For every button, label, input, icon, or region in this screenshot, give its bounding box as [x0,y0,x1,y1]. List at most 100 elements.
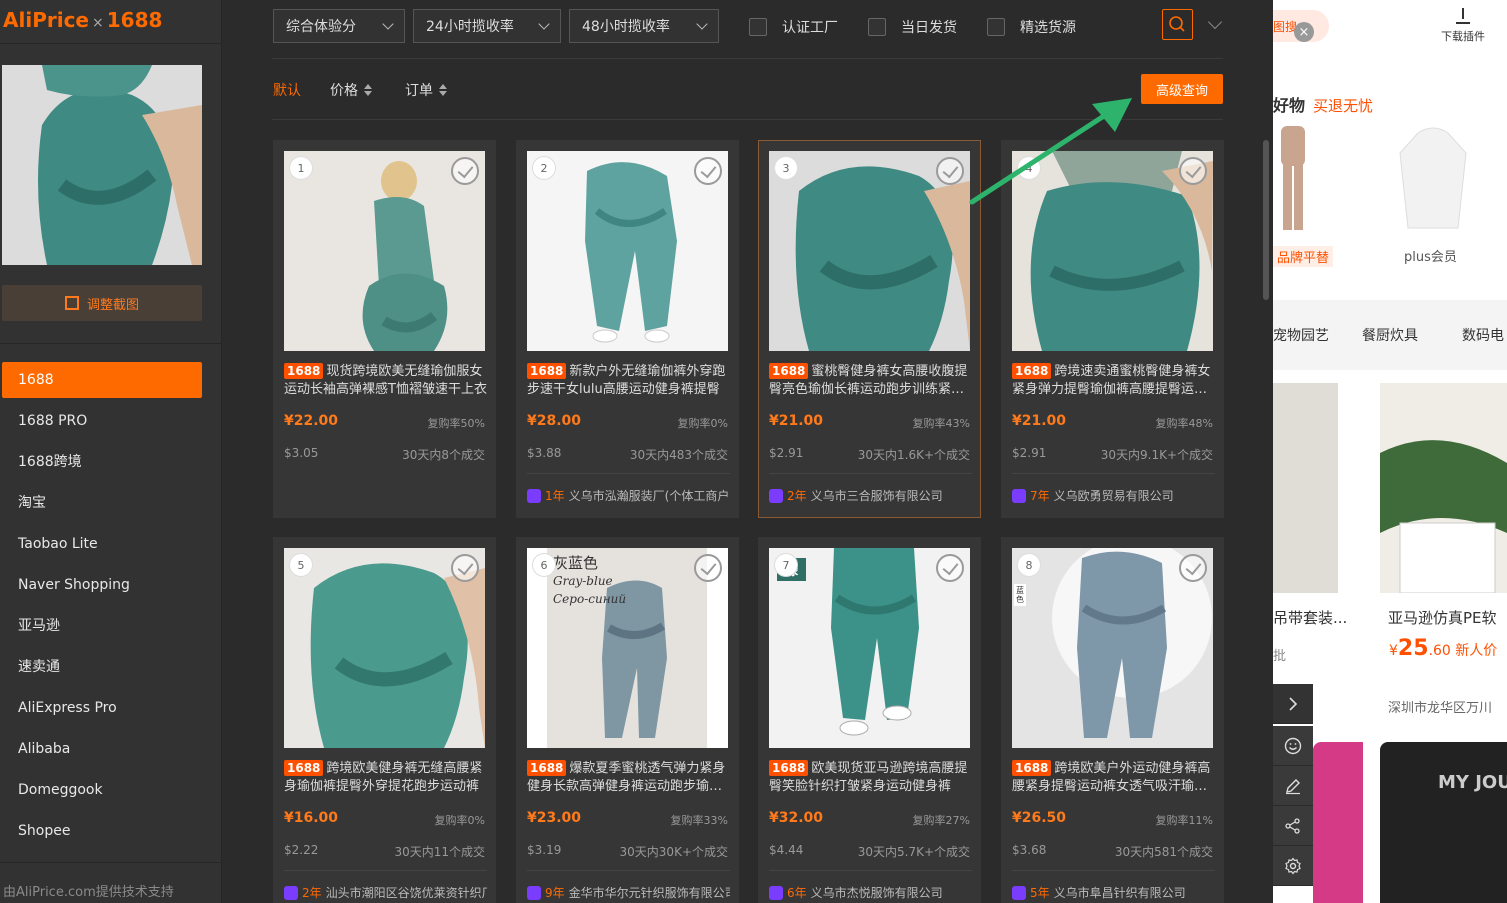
product-image-brand[interactable] [1273,118,1313,238]
checkbox-box[interactable] [987,18,1005,36]
shop-years: 7年 [1030,489,1050,503]
share-button[interactable] [1273,806,1313,846]
product-title[interactable]: 1688爆款夏季蜜桃透气弹力紧身健身长款高弹健身裤运动跑步瑜伽裤 [527,760,730,796]
selected-supply-checkbox[interactable]: 精选货源 [987,17,1076,37]
select-check-icon[interactable] [694,157,722,185]
sort-default[interactable]: 默认 [273,80,301,100]
category-item[interactable]: 数码电 [1462,325,1504,345]
pickup-rate-48h-dropdown[interactable]: 48小时揽收率 [569,9,719,43]
product-card[interactable]: 蓝色 8 1688跨境欧美户外运动健身裤高腰紧身提臀运动裤女透气吸汗瑜伽裤 ¥26.5… [1001,537,1224,903]
shop-info[interactable]: 6年 义乌市杰悦服饰有限公司 [769,884,972,901]
shop-info[interactable]: 2年 义乌市三合服饰有限公司 [769,487,972,504]
select-check-icon[interactable] [1179,157,1207,185]
checkbox-box[interactable] [868,18,886,36]
download-plugin-button[interactable]: 下载插件 [1433,8,1493,44]
product-title[interactable]: 1688 新款户外无缝瑜伽裤外穿跑步速干女lulu高腰运动健身裤提臀 [527,363,730,399]
shop-info[interactable]: 5年 义乌市阜昌针织有限公司 [1012,884,1215,901]
divider [1012,870,1215,871]
sort-orders[interactable]: 订单 [405,80,447,100]
product-image[interactable]: 2 [527,151,728,351]
product-title[interactable]: 1688 欧美现货亚马逊跨境高腰提臀笑脸针织打皱紧身运动健身裤 [769,760,972,796]
select-check-icon[interactable] [451,554,479,582]
shop-info[interactable]: 7年 义乌欧勇贸易有限公司 [1012,487,1215,504]
product-image[interactable]: MY JOU [1380,742,1507,903]
product-card[interactable]: 2 1688 新款户外无缝瑜伽裤外穿跑步速干女lulu高腰运动健身裤提臀 ¥28.00… [516,140,739,518]
product-card[interactable]: 灰蓝色 Gray-blue Серо-синий 6 1688 爆款夏季蜜桃透气弹力紧身健… [516,537,739,903]
product-image[interactable] [1273,383,1338,593]
category-item[interactable]: 餐厨炊具 [1362,325,1418,345]
platform-item-domeggook[interactable]: Domeggook [2,772,202,813]
price-usd: $3.68 [1012,843,1047,857]
sort-price[interactable]: 价格 [330,80,372,100]
product-card[interactable]: 5 1688 跨境欧美健身裤无缝高腰紧身瑜伽裤提臀外穿提花跑步运动裤 ¥16.00 复购… [273,537,496,903]
product-price: ¥23.00 [527,810,582,826]
scrollbar[interactable] [1263,140,1269,300]
edit-button[interactable] [1273,766,1313,806]
product-card[interactable]: 1 1688 现货跨境欧美无缝瑜伽服女运动长袖高弹裸感T恤褶皱速干上衣 ¥22.00 复… [273,140,496,518]
product-image[interactable] [1380,383,1507,594]
product-card[interactable]: 3 1688蜜桃臀健身裤女高腰收腹提臀亮色瑜伽长裤运动跑步训练紧身裤 ¥21.00 复… [758,140,981,518]
feedback-button[interactable] [1273,726,1313,766]
select-check-icon[interactable] [694,554,722,582]
platform-item-taobao-lite[interactable]: Taobao Lite [2,526,202,567]
product-image-plus[interactable] [1398,118,1468,233]
shop-info[interactable]: 2年 汕头市潮阳区谷饶优莱资针织厂 [284,884,487,901]
product-card[interactable]: 绿7 1688欧美现货亚马逊跨境高腰提臀笑脸针织打皱紧身运动健身裤 ¥32.00 复购… [758,537,981,903]
repurchase-rate: 复购率11% [1155,814,1213,827]
verified-shop-icon [1012,488,1026,503]
shop-info[interactable]: 1年 义乌市泓瀚服装厂(个体工商户) [527,487,730,504]
checkbox-box[interactable] [749,18,767,36]
advanced-query-button[interactable]: 高级查询 [1141,74,1223,104]
shop-info[interactable]: 9年 金华市华尔元针织服饰有限公司 [527,884,730,901]
sort-default-label: 默认 [273,83,301,99]
platform-item-shopee[interactable]: Shopee [2,813,202,854]
product-title[interactable]: 亚马逊仿真PE软 [1388,607,1497,628]
deals-count: 30天内11个成交 [394,845,485,859]
settings-button[interactable] [1273,846,1313,886]
platform-item-1688-crossborder[interactable]: 1688跨境 [2,444,202,485]
platform-item-naver-shopping[interactable]: Naver Shopping [2,567,202,608]
select-check-icon[interactable] [1179,554,1207,582]
platform-item-alibaba[interactable]: Alibaba [2,731,202,772]
repurchase-rate: 复购率0% [677,417,728,430]
select-check-icon[interactable] [451,157,479,185]
product-title[interactable]: 1688 现货跨境欧美无缝瑜伽服女运动长袖高弹裸感T恤褶皱速干上衣 [284,363,487,399]
platform-item-1688-pro[interactable]: 1688 PRO [2,403,202,444]
product-title[interactable]: 1688跨境速卖通蜜桃臀健身裤女紧身弹力提臀瑜伽裤高腰提臀运动裤 [1012,363,1215,399]
product-image[interactable]: 灰蓝色 Gray-blue Серо-синий 6 [527,548,728,748]
product-image[interactable]: 1 [284,151,485,351]
close-icon[interactable]: × [1294,22,1314,42]
category-item[interactable]: 宠物园艺 [1273,325,1329,345]
divider [527,473,730,474]
expand-filters-chevron-icon[interactable] [1207,14,1223,30]
deals-count: 30天内1.6K+个成交 [857,448,970,462]
product-image[interactable]: 5 [284,548,485,748]
product-title[interactable]: 1688跨境欧美户外运动健身裤高腰紧身提臀运动裤女透气吸汗瑜伽裤 [1012,760,1215,796]
platform-item-1688[interactable]: 1688 [2,362,202,398]
shop-years: 1年 [545,489,565,503]
repurchase-rate: 复购率43% [912,417,970,430]
experience-score-dropdown[interactable]: 综合体验分 [273,9,405,43]
product-title[interactable]: 1688 跨境欧美健身裤无缝高腰紧身瑜伽裤提臀外穿提花跑步运动裤 [284,760,487,796]
select-check-icon[interactable] [936,554,964,582]
product-image[interactable] [1313,742,1363,903]
certified-factory-checkbox[interactable]: 认证工厂 [749,17,838,37]
search-button[interactable] [1162,9,1193,40]
platform-item-amazon[interactable]: 亚马逊 [2,608,202,649]
product-image[interactable]: 蓝色 8 [1012,548,1213,748]
sort-arrows-icon [439,84,447,96]
same-day-shipping-checkbox[interactable]: 当日发货 [868,17,957,37]
platform-tag: 1688 [769,363,809,379]
product-image[interactable]: 3 [769,151,970,351]
adjust-crop-button[interactable]: 调整截图 [2,285,202,321]
product-title[interactable]: 1688蜜桃臀健身裤女高腰收腹提臀亮色瑜伽长裤运动跑步训练紧身裤 [769,363,972,399]
download-icon [1456,8,1470,24]
collapse-chevron-button[interactable] [1273,684,1313,724]
pickup-rate-24h-dropdown[interactable]: 24小时揽收率 [413,9,561,43]
platform-item-aliexpress[interactable]: 速卖通 [2,649,202,690]
platform-item-taobao[interactable]: 淘宝 [2,485,202,526]
platform-item-aliexpress-pro[interactable]: AliExpress Pro [2,690,202,731]
logo-times: × [92,15,104,31]
product-title[interactable]: 吊带套装... [1273,607,1347,628]
product-image[interactable]: 绿7 [769,548,970,748]
